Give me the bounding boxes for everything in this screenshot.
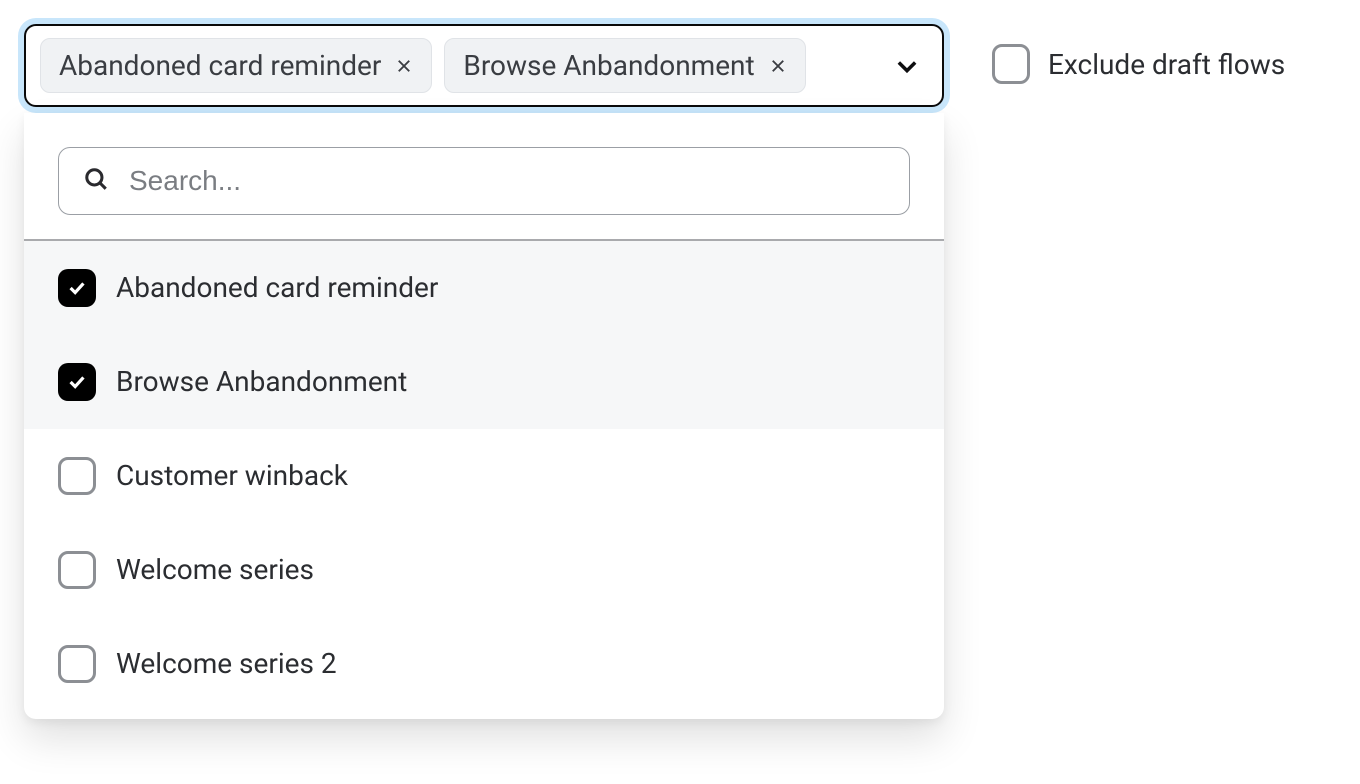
exclude-checkbox[interactable] <box>992 44 1030 84</box>
chevron-down-icon[interactable] <box>886 45 928 87</box>
option-checkbox[interactable] <box>58 551 96 589</box>
option-label: Browse Anbandonment <box>116 365 407 398</box>
exclude-draft-flows[interactable]: Exclude draft flows <box>992 44 1285 84</box>
option-row[interactable]: Welcome series <box>24 523 944 617</box>
option-checkbox[interactable] <box>58 269 96 307</box>
option-label: Customer winback <box>116 459 348 492</box>
option-row[interactable]: Welcome series 2 <box>24 617 944 711</box>
option-label: Welcome series <box>116 553 314 586</box>
close-icon[interactable] <box>395 57 413 75</box>
option-row[interactable]: Abandoned card reminder <box>24 241 944 335</box>
selected-tag[interactable]: Browse Anbandonment <box>444 38 805 93</box>
option-row[interactable]: Browse Anbandonment <box>24 335 944 429</box>
search-input-wrap[interactable] <box>58 147 910 215</box>
search-input[interactable] <box>127 164 885 198</box>
close-icon[interactable] <box>769 57 787 75</box>
search-icon <box>83 166 109 196</box>
option-row[interactable]: Customer winback <box>24 429 944 523</box>
tag-label: Abandoned card reminder <box>59 49 381 82</box>
divider <box>24 239 944 241</box>
option-label: Abandoned card reminder <box>116 271 438 304</box>
dropdown-panel: Abandoned card reminder Browse Anbandonme… <box>24 113 944 719</box>
exclude-label: Exclude draft flows <box>1048 48 1285 81</box>
tag-label: Browse Anbandonment <box>463 49 754 82</box>
option-label: Welcome series 2 <box>116 647 337 680</box>
selected-tag[interactable]: Abandoned card reminder <box>40 38 432 93</box>
option-checkbox[interactable] <box>58 457 96 495</box>
option-checkbox[interactable] <box>58 645 96 683</box>
flow-multiselect[interactable]: Abandoned card reminder Browse Anbandonm… <box>24 24 944 107</box>
option-checkbox[interactable] <box>58 363 96 401</box>
